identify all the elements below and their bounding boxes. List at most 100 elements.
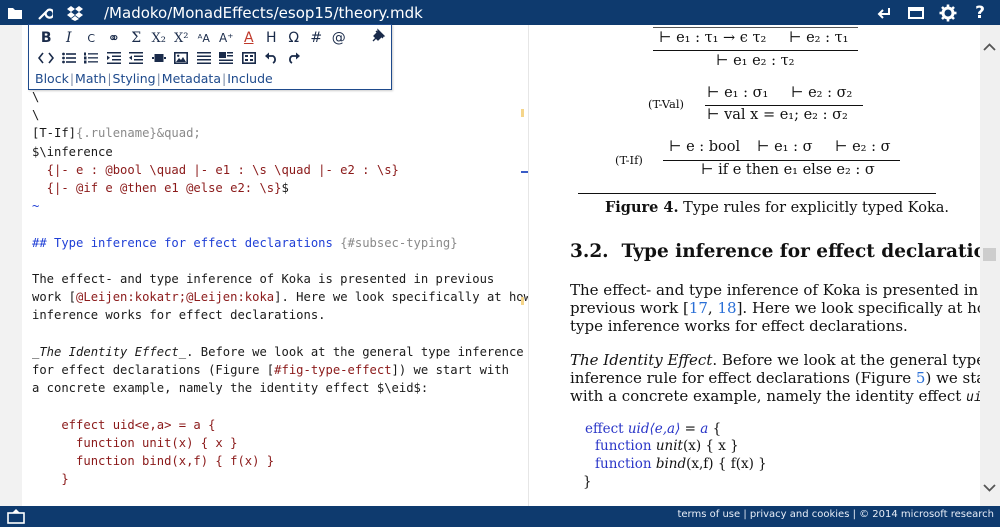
format-toolbar: B I C ⚭ Σ X₂ X² ᴬA A⁺ A H Ω # @ Block | M…: [28, 24, 392, 90]
bullet-list-icon[interactable]: [58, 48, 81, 68]
redo-icon[interactable]: [283, 48, 306, 68]
label-button[interactable]: #: [305, 28, 328, 48]
figure-icon[interactable]: [148, 48, 171, 68]
code-button[interactable]: C: [80, 28, 103, 48]
tab-styling[interactable]: Styling: [113, 71, 156, 86]
editor-gutter: [0, 25, 22, 506]
editor-line[interactable]: function unit(x) { x }: [32, 434, 237, 452]
window-icon[interactable]: [902, 0, 930, 25]
symbol-button[interactable]: Ω: [283, 28, 306, 48]
return-icon[interactable]: [870, 0, 898, 25]
tab-block[interactable]: Block: [35, 71, 69, 86]
premise-text: ⊢ e₁ : τ₁ → ϵ τ₂: [659, 30, 767, 46]
editor-token: work [: [32, 290, 77, 305]
editor-line[interactable]: The effect- and type inference of Koka i…: [32, 270, 494, 288]
figure-label: Figure 4.: [605, 199, 679, 216]
editor-token: {.rulename}&quad;: [76, 126, 201, 141]
dropbox-icon[interactable]: [62, 0, 88, 25]
citation-link[interactable]: 18: [717, 299, 736, 317]
editor-line[interactable]: {|- e : @bool \quad |- e1 : \s \quad |- …: [32, 161, 399, 179]
reference-button[interactable]: @: [328, 28, 351, 48]
editor-token: inference works for effect declarations.: [32, 308, 326, 323]
wrench-icon[interactable]: [32, 0, 58, 25]
bold-button[interactable]: B: [35, 28, 58, 48]
outdent-icon[interactable]: [125, 48, 148, 68]
gear-icon[interactable]: [934, 0, 962, 25]
editor-line[interactable]: for effect declarations (Figure [#fig-ty…: [32, 361, 509, 379]
paragraph-italic: The Identity Effect: [570, 351, 713, 369]
editor-line[interactable]: _The Identity Effect_. Before we look at…: [32, 343, 524, 361]
paragraph-line: The effect- and type inference of Koka i…: [570, 281, 979, 299]
numbered-list-icon[interactable]: [80, 48, 103, 68]
footer-links[interactable]: terms of use | privacy and cookies | © 2…: [677, 509, 994, 520]
section-heading: 3.2. Type inference for effect declarati…: [570, 241, 980, 262]
math-inline: uid: [966, 390, 980, 405]
paragraph-line: with a concrete example, namely the iden…: [570, 387, 980, 407]
editor-line[interactable]: a concrete example, namely the identity …: [32, 379, 428, 397]
align-icon[interactable]: [193, 48, 216, 68]
file-path[interactable]: /Madoko/MonadEffects/esop15/theory.mdk: [104, 4, 423, 22]
heading-button[interactable]: H: [260, 28, 283, 48]
superscript-button[interactable]: X²: [170, 28, 193, 48]
undo-icon[interactable]: [260, 48, 283, 68]
tab-metadata[interactable]: Metadata: [162, 71, 221, 86]
folder-icon[interactable]: [2, 0, 28, 25]
rule-name: (T-Val): [648, 97, 684, 111]
markdown-editor[interactable]: \ \ [T-If]{.rulename}&quad; $\inference {|-…: [0, 25, 528, 506]
chevron-up-icon[interactable]: [983, 37, 996, 56]
editor-token: $\inference: [32, 144, 113, 159]
math-button[interactable]: Σ: [125, 28, 148, 48]
table-icon[interactable]: [238, 48, 261, 68]
smallcaps-button[interactable]: ᴬA: [193, 28, 216, 48]
section-number: 3.2.: [570, 241, 609, 262]
panel-toggle-icon[interactable]: [6, 508, 26, 527]
rule-premise: ⊢ e : bool: [669, 139, 741, 155]
code-keyword: effect: [585, 421, 628, 437]
code-text: (x,f) { f(x) }: [686, 456, 767, 472]
document-preview[interactable]: ⊢ e₁ : τ₁ → ϵ τ₂ ⊢ e₂ : τ₁ ⊢ e₁ e₂ : τ₂ …: [528, 25, 980, 506]
caption-icon[interactable]: [215, 48, 238, 68]
tab-math[interactable]: Math: [75, 71, 106, 86]
code-icon[interactable]: [35, 48, 58, 68]
editor-line[interactable]: \: [32, 88, 39, 106]
rule-premise: ⊢ e₂ : τ₁: [789, 30, 848, 46]
editor-line[interactable]: $\inference: [32, 143, 113, 161]
top-bar: /Madoko/MonadEffects/esop15/theory.mdk ?: [0, 0, 1000, 25]
editor-line[interactable]: inference works for effect declarations.: [32, 306, 326, 324]
editor-line[interactable]: function bind(x,f) { f(x) }: [32, 452, 274, 470]
inference-line: [653, 50, 858, 51]
tab-include[interactable]: Include: [227, 71, 273, 86]
figure-rule: [578, 193, 936, 194]
editor-line[interactable]: [T-If]{.rulename}&quad;: [32, 124, 201, 142]
editor-line[interactable]: ## Type inference for effect declaration…: [32, 234, 458, 252]
editor-line[interactable]: }: [32, 470, 68, 488]
toolbar-row-block: [35, 48, 305, 68]
code-text: =: [680, 421, 701, 437]
image-icon[interactable]: [170, 48, 193, 68]
editor-token: $: [281, 181, 289, 195]
help-icon[interactable]: ?: [966, 0, 994, 25]
editor-line[interactable]: work [@Leijen:kokatr;@Leijen:koka]. Here…: [32, 288, 528, 306]
indent-icon[interactable]: [103, 48, 126, 68]
link-button[interactable]: ⚭: [103, 28, 126, 48]
editor-line[interactable]: ~: [32, 197, 39, 215]
editor-line[interactable]: \: [32, 106, 39, 124]
chevron-down-icon[interactable]: [983, 478, 996, 497]
paragraph-line: previous work [17, 18]. Here we look spe…: [570, 299, 980, 317]
scroll-thumb[interactable]: [983, 248, 996, 261]
italic-button[interactable]: I: [58, 28, 81, 48]
rule-conclusion: ⊢ if e then e₁ else e₂ : σ: [701, 162, 875, 178]
paragraph-line: The Identity Effect. Before we look at t…: [570, 351, 980, 369]
editor-token: ]) we start with: [391, 363, 509, 377]
subscript-button[interactable]: X₂: [148, 28, 171, 48]
pin-icon[interactable]: [369, 27, 387, 45]
editor-line[interactable]: effect uid<e,a> = a {: [32, 416, 215, 434]
rule-line-partial: [653, 27, 858, 28]
font-size-button[interactable]: A⁺: [215, 28, 238, 48]
editor-line[interactable]: {|- @if e @then e1 @else e2: \s}$: [32, 179, 289, 197]
text-color-button[interactable]: A: [238, 28, 261, 48]
sync-cursor-marker: [521, 171, 528, 173]
code-keyword: function: [595, 456, 656, 472]
preview-scrollbar[interactable]: [980, 25, 1000, 506]
citation-link[interactable]: 17: [689, 299, 708, 317]
